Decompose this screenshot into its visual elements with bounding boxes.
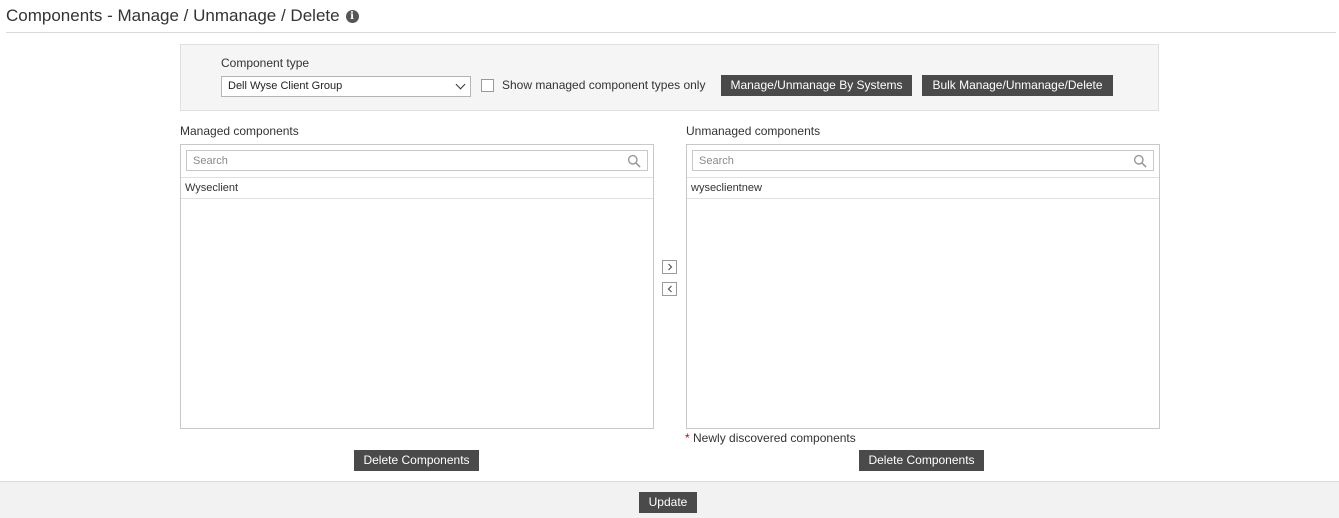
footer-bar: Update — [0, 481, 1339, 518]
update-button[interactable]: Update — [639, 492, 697, 513]
chevron-down-icon — [455, 79, 466, 90]
page-title-text: Components - Manage / Unmanage / Delete — [6, 6, 340, 25]
unmanaged-components-label: Unmanaged components — [686, 124, 821, 138]
search-icon[interactable] — [1133, 154, 1147, 168]
unmanaged-components-list[interactable]: wyseclientnew — [686, 144, 1160, 429]
managed-search — [186, 150, 648, 171]
chevron-left-icon — [667, 285, 672, 293]
newly-discovered-text: Newly discovered components — [693, 431, 856, 445]
unmanaged-search — [692, 150, 1154, 171]
managed-search-input[interactable] — [187, 151, 647, 170]
chevron-right-icon — [667, 263, 672, 271]
move-to-managed-button[interactable] — [662, 282, 677, 296]
managed-list-item[interactable]: Wyseclient — [181, 178, 653, 199]
component-type-value: Dell Wyse Client Group — [228, 80, 343, 92]
title-divider — [6, 32, 1336, 33]
bulk-manage-button[interactable]: Bulk Manage/Unmanage/Delete — [922, 75, 1113, 96]
managed-components-list[interactable]: Wyseclient — [180, 144, 654, 429]
unmanaged-search-input[interactable] — [693, 151, 1153, 170]
component-type-label: Component type — [221, 56, 310, 70]
manage-by-systems-button[interactable]: Manage/Unmanage By Systems — [721, 75, 912, 96]
unmanaged-list-item[interactable]: wyseclientnew — [687, 178, 1159, 199]
info-icon[interactable]: i — [345, 9, 359, 23]
page-title: Components - Manage / Unmanage / Delete … — [6, 4, 359, 28]
delete-managed-components-button[interactable]: Delete Components — [354, 450, 479, 471]
delete-unmanaged-components-button[interactable]: Delete Components — [859, 450, 984, 471]
newly-discovered-note: * Newly discovered components — [685, 431, 856, 445]
show-managed-only-checkbox[interactable] — [481, 79, 494, 92]
required-star: * — [685, 431, 690, 445]
filter-panel: Component type Dell Wyse Client Group Sh… — [180, 44, 1159, 111]
managed-components-label: Managed components — [180, 124, 299, 138]
component-type-select[interactable]: Dell Wyse Client Group — [221, 76, 471, 97]
search-icon[interactable] — [627, 154, 641, 168]
show-managed-only-label[interactable]: Show managed component types only — [502, 78, 705, 92]
move-to-unmanaged-button[interactable] — [662, 260, 677, 274]
